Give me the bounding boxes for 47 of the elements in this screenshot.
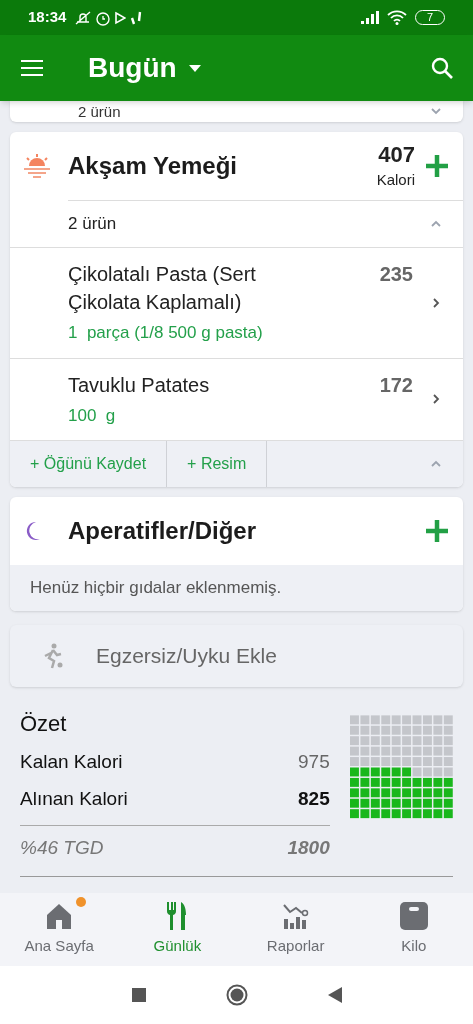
exercise-button[interactable]: Egzersiz/Uyku Ekle bbox=[10, 625, 463, 687]
alarm-clock-icon bbox=[96, 9, 111, 26]
back-icon[interactable] bbox=[327, 987, 342, 1003]
meal-calories: 407 bbox=[378, 141, 415, 169]
empty-message: Henüz hiçbir gıdalar eklenmemiş. bbox=[30, 577, 282, 600]
plus-icon bbox=[424, 153, 450, 179]
nav-tab[interactable]: Günlük bbox=[118, 901, 237, 958]
scale-icon bbox=[398, 901, 429, 932]
action-link[interactable]: + Öğünü Kaydet bbox=[10, 441, 168, 487]
goal-value: 1800 bbox=[287, 836, 330, 860]
summary-title: Özet bbox=[20, 710, 68, 738]
summary-value: 975 bbox=[298, 750, 330, 774]
summary-label: Kalan Kalori bbox=[20, 750, 123, 774]
search-icon bbox=[431, 57, 453, 79]
date-dropdown[interactable]: Bugün bbox=[88, 47, 201, 89]
food-name: Tavuklu Patates bbox=[68, 372, 211, 398]
items-count: 2 ürün bbox=[78, 103, 121, 119]
action-link[interactable]: + Resim bbox=[167, 441, 268, 487]
food-calories: 235 bbox=[379, 262, 413, 287]
menu-icon bbox=[20, 59, 44, 77]
nav-tab[interactable]: Raporlar bbox=[236, 901, 355, 958]
play-icon bbox=[114, 9, 127, 26]
muted-bell-icon bbox=[74, 9, 93, 26]
wifi-icon bbox=[387, 10, 407, 25]
search-button[interactable] bbox=[431, 57, 453, 79]
nav-tab[interactable]: Ana Sayfa bbox=[0, 901, 119, 958]
signal-icon bbox=[361, 11, 379, 24]
runner-icon bbox=[42, 643, 64, 669]
food-name: Çikolatalı Pasta (Sert Çikolata Kaplamalı) bbox=[68, 262, 257, 315]
meal-title: Aperatifler/Diğer bbox=[68, 516, 257, 546]
food-portion: 1 parça (1/8 500 g pasta) bbox=[68, 322, 264, 344]
meal-title: Akşam Yemeği bbox=[68, 151, 237, 181]
plus-icon bbox=[424, 518, 450, 544]
items-count: 2 ürün bbox=[68, 213, 117, 236]
food-portion: 100 g bbox=[68, 404, 117, 427]
nav-tab[interactable]: Kilo bbox=[354, 901, 473, 958]
clock: 18:34 bbox=[28, 7, 67, 28]
sunset-icon bbox=[22, 153, 52, 179]
food-calories: 172 bbox=[379, 372, 413, 398]
square-icon[interactable] bbox=[131, 988, 146, 1002]
food-row[interactable]: Çikolatalı Pasta (Sert Çikolata Kaplamalı) 235 1 parça (1/8 500 g pasta) bbox=[10, 248, 463, 359]
summary-label: Alınan Kalori bbox=[20, 786, 128, 811]
calories-unit: Kalori bbox=[376, 169, 415, 190]
summary-value: 825 bbox=[298, 786, 330, 811]
goal-label: %46 TGD bbox=[20, 836, 104, 860]
caret-icon bbox=[188, 64, 201, 72]
home-circle-icon[interactable] bbox=[225, 984, 248, 1006]
